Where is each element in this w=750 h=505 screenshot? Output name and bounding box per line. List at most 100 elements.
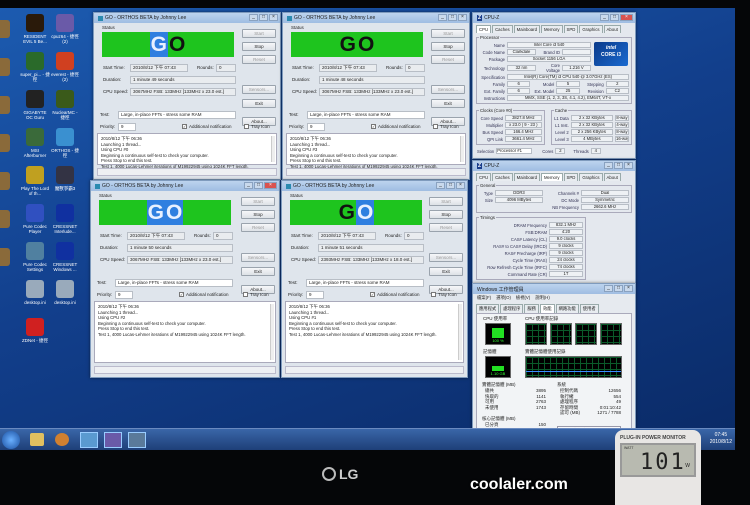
exit-button[interactable]: Exit (242, 99, 276, 108)
stop-button[interactable]: Stop (242, 42, 276, 51)
desktop-icon-partial[interactable] (0, 96, 16, 116)
tab-about[interactable]: About (603, 25, 621, 33)
desktop-icon[interactable]: cpuz64 - 捷徑 (2) (50, 14, 80, 44)
test-select[interactable]: Large, in-place FFTs - stress some RAM (118, 111, 236, 119)
minimize-button[interactable]: _ (438, 14, 447, 21)
maximize-button[interactable]: □ (446, 182, 455, 189)
start-button[interactable]: Start (431, 29, 465, 38)
reset-button[interactable]: Reset (241, 223, 275, 232)
log-output[interactable]: 2010/8/12 下午 06:36 Launching 1 thread... U… (97, 133, 277, 169)
tray-icon-checkbox[interactable]: Tray Icon (243, 292, 269, 298)
minimize-button[interactable]: _ (604, 162, 613, 169)
minimize-button[interactable]: _ (600, 14, 609, 21)
desktop-icon[interactable]: Pure Codec Player (20, 204, 50, 234)
tab[interactable]: 效能 (539, 304, 555, 313)
test-select[interactable]: Large, in-place FFTs - stress some RAM (115, 279, 233, 287)
maximize-button[interactable]: □ (610, 14, 619, 21)
taskbar-taskmgr-icon[interactable] (128, 432, 146, 448)
sensors-button[interactable]: Sensors... (242, 85, 276, 94)
title-bar[interactable]: Windows 工作管理員 _ □ × (473, 284, 635, 294)
reset-button[interactable]: Reset (431, 55, 465, 64)
desktop-icon-partial[interactable] (0, 134, 16, 154)
priority-select[interactable]: 9 (115, 291, 133, 299)
desktop-icon-partial[interactable] (0, 172, 16, 192)
desktop-icon[interactable]: ORTHOS - 捷徑 (50, 128, 80, 158)
menu-item[interactable]: 說明(H) (535, 295, 550, 301)
menu-item[interactable]: 選項(O) (496, 295, 511, 301)
tray-icon-checkbox[interactable]: Tray Icon (433, 124, 459, 130)
test-select[interactable]: Large, in-place FFTs - stress some RAM (306, 279, 424, 287)
tab[interactable]: 使用者 (579, 304, 599, 313)
exit-button[interactable]: Exit (241, 267, 275, 276)
tab[interactable]: 應用程式 (476, 304, 500, 313)
minimize-button[interactable]: _ (436, 182, 445, 189)
desktop-icon[interactable]: 魔獸爭霸3 (50, 166, 80, 191)
taskbar-mediaplayer-icon[interactable] (55, 433, 69, 446)
desktop-icon[interactable]: NuclearMC - 捷徑 (50, 90, 80, 120)
priority-select[interactable]: 9 (306, 291, 324, 299)
taskbar-cpuz-icon[interactable] (104, 432, 122, 448)
log-output[interactable]: 2010/8/12 下午 06:36 Launching 1 thread... U… (286, 133, 466, 169)
priority-select[interactable]: 9 (307, 123, 325, 131)
close-button[interactable]: × (620, 14, 633, 21)
minimize-button[interactable]: _ (249, 14, 258, 21)
desktop-icon[interactable]: desktop.ini (20, 280, 50, 305)
tab-spd[interactable]: SPD (563, 173, 579, 181)
tab-cpu[interactable]: CPU (476, 173, 492, 181)
maximize-button[interactable]: □ (448, 14, 457, 21)
close-button[interactable]: × (624, 285, 633, 292)
desktop-icon[interactable]: desktop.ini (50, 280, 80, 305)
tab-spd[interactable]: SPD (563, 25, 579, 33)
reset-button[interactable]: Reset (429, 223, 463, 232)
desktop-icon[interactable]: GIGABYTE OC Guru (20, 90, 50, 120)
desktop-icon[interactable]: ZDNet - 捷徑 (20, 318, 50, 343)
start-button[interactable] (2, 431, 20, 449)
log-output[interactable]: 2010/8/12 下午 06:36 Launching 1 thread... U… (285, 301, 464, 363)
additional-notification-checkbox[interactable]: ✓ Additional notification (370, 292, 420, 298)
maximize-button[interactable]: □ (614, 285, 623, 292)
exit-button[interactable]: Exit (429, 267, 463, 276)
close-button[interactable]: × (269, 14, 278, 21)
maximize-button[interactable]: □ (254, 182, 263, 189)
tab[interactable]: 網路功能 (555, 304, 579, 313)
close-button[interactable]: × (456, 182, 465, 189)
close-button[interactable]: × (458, 14, 467, 21)
tab-cpu[interactable]: CPU (476, 25, 492, 33)
desktop-icon[interactable]: everest - 捷徑 (2) (50, 52, 80, 82)
desktop-icon[interactable]: CRESSNET Interlude... (50, 204, 80, 234)
tab[interactable]: 處理程序 (500, 304, 524, 313)
desktop-icon-partial[interactable] (0, 58, 16, 78)
tray-icon-checkbox[interactable]: Tray Icon (431, 292, 457, 298)
menu-item[interactable]: 檔案(F) (477, 295, 491, 301)
log-scrollbar[interactable] (270, 304, 274, 360)
start-button[interactable]: Start (241, 197, 275, 206)
desktop-icon[interactable]: Pure Codec Settings (20, 242, 50, 272)
tab-graphics[interactable]: Graphics (579, 173, 603, 181)
tab-memory[interactable]: Memory (540, 25, 563, 33)
desktop-icon[interactable]: super_pi... - 捷徑 (20, 52, 50, 82)
stop-button[interactable]: Stop (241, 210, 275, 219)
title-bar[interactable]: GO - ORTHOS BETA by Johnny Lee _ □ × (282, 181, 467, 191)
taskbar-explorer-icon[interactable] (30, 433, 44, 446)
reset-button[interactable]: Reset (242, 55, 276, 64)
tab-caches[interactable]: Caches (492, 25, 513, 33)
desktop-icon-partial[interactable] (0, 210, 16, 230)
tab-about[interactable]: About (603, 173, 621, 181)
minimize-button[interactable]: _ (604, 285, 613, 292)
desktop-icon[interactable]: RESIDENT EVIL 5 Be... (20, 14, 50, 44)
stop-button[interactable]: Stop (429, 210, 463, 219)
sensors-button[interactable]: Sensors... (429, 253, 463, 262)
start-button[interactable]: Start (242, 29, 276, 38)
log-output[interactable]: 2010/8/12 下午 06:36 Launching 1 thread... U… (94, 301, 276, 363)
priority-select[interactable]: 9 (118, 123, 136, 131)
stop-button[interactable]: Stop (431, 42, 465, 51)
processor-select[interactable]: Processor #1 (496, 148, 533, 154)
system-clock[interactable]: 07:45 2010/8/12 (710, 432, 732, 446)
taskbar-orthos-icon[interactable] (80, 432, 98, 448)
title-bar[interactable]: GO - ORTHOS BETA by Johnny Lee _ □ × (94, 13, 280, 23)
log-scrollbar[interactable] (460, 136, 464, 162)
close-button[interactable]: × (264, 182, 277, 189)
title-bar[interactable]: GO - ORTHOS BETA by Johnny Lee _ □ × (91, 181, 279, 191)
test-select[interactable]: Large, in-place FFTs - stress some RAM (307, 111, 425, 119)
start-button[interactable]: Start (429, 197, 463, 206)
